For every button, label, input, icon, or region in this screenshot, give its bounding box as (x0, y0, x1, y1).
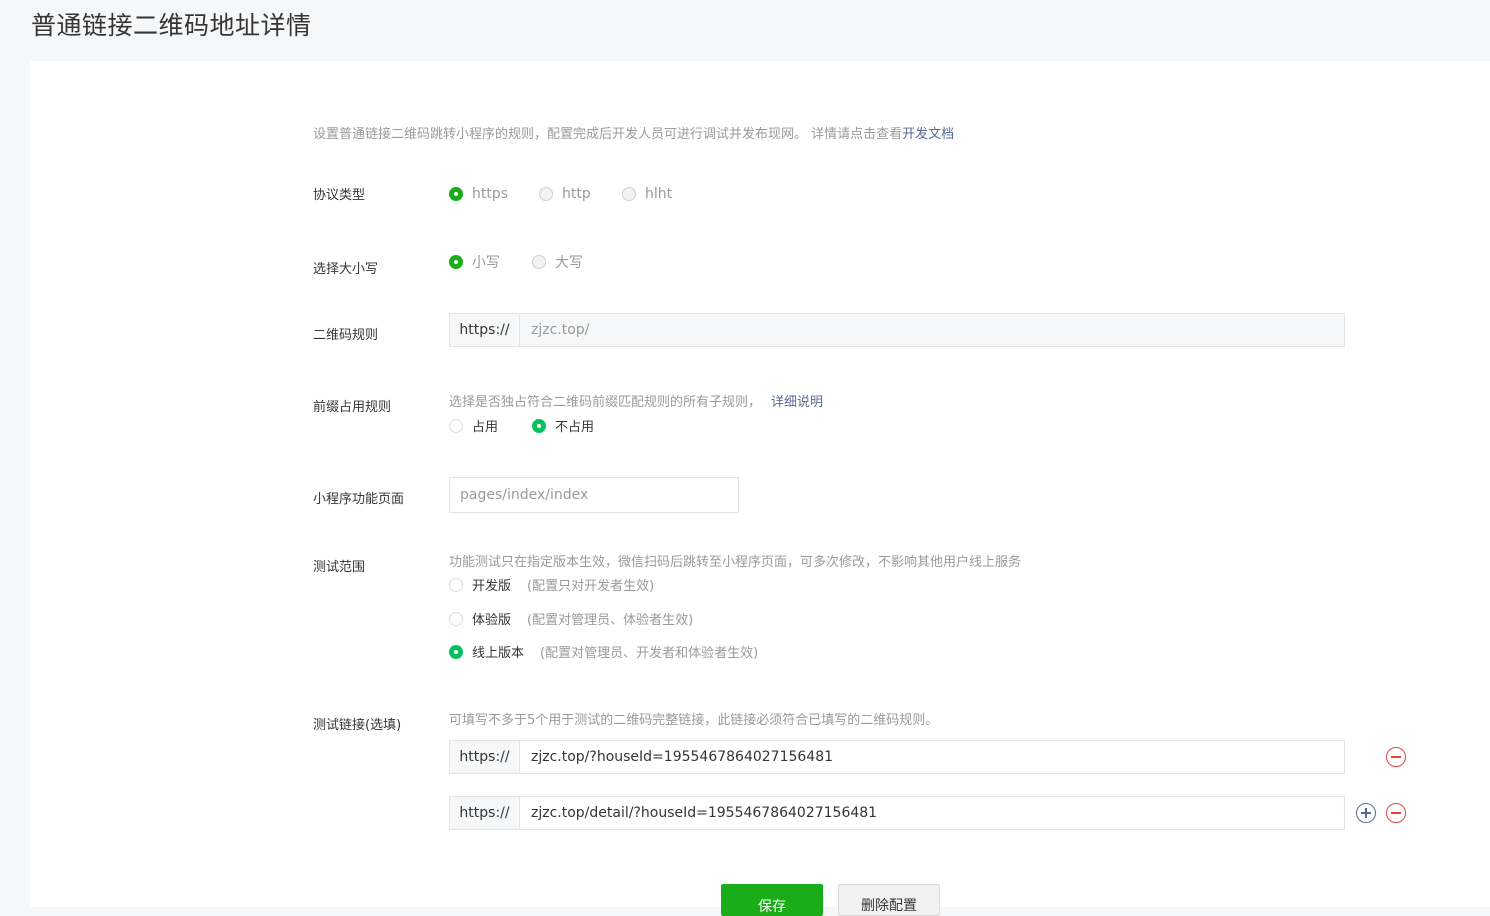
intro-description: 设置普通链接二维码跳转小程序的规则，配置完成后开发人员可进行调试并发布现网。 详… (313, 127, 903, 142)
test-link-field-2[interactable]: https:// zjzc.top/detail/?houseId=195546… (449, 796, 1345, 830)
radio-checked-icon (449, 255, 463, 269)
mp-page-input[interactable]: pages/index/index (449, 477, 739, 513)
radio-label: http (562, 186, 591, 202)
scope-radio-online[interactable]: 线上版本 (配置对管理员、开发者和体验者生效) (449, 642, 758, 661)
radio-unchecked-icon (539, 187, 553, 201)
protocol-label: 协议类型 (313, 188, 366, 203)
delete-config-button[interactable]: 删除配置 (838, 884, 940, 916)
radio-label: 开发版 (472, 579, 512, 594)
radio-unchecked-icon (449, 611, 463, 626)
qr-rule-label: 二维码规则 (313, 328, 379, 343)
case-radio-lower[interactable]: 小写 (449, 252, 500, 272)
radio-unchecked-icon (449, 418, 463, 433)
radio-note: (配置只对开发者生效) (527, 579, 655, 594)
prefix-rule-detail-link[interactable]: 详细说明 (771, 395, 823, 410)
save-button[interactable]: 保存 (721, 884, 823, 916)
radio-label: 占用 (472, 420, 499, 435)
radio-label: 体验版 (472, 613, 512, 628)
protocol-radio-https[interactable]: https (449, 186, 508, 202)
test-scope-hint: 功能测试只在指定版本生效，微信扫码后跳转至小程序页面，可多次修改，不影响其他用户… (449, 555, 1022, 570)
test-link-value: zjzc.top/?houseId=1955467864027156481 (531, 749, 834, 765)
page-title: 普通链接二维码地址详情 (31, 11, 312, 40)
radio-label: https (472, 186, 509, 202)
radio-label: 大写 (555, 255, 583, 271)
qr-rule-field: https:// zjzc.top/ (449, 313, 1345, 347)
protocol-radio-http[interactable]: http (539, 186, 591, 202)
radio-label: 线上版本 (472, 646, 525, 661)
radio-unchecked-icon (449, 577, 463, 592)
plus-icon-v (1365, 808, 1367, 818)
test-scope-label: 测试范围 (313, 560, 366, 575)
radio-checked-icon (532, 418, 546, 433)
intro-text: 设置普通链接二维码跳转小程序的规则，配置完成后开发人员可进行调试并发布现网。 详… (313, 123, 954, 142)
test-link-field-1[interactable]: https:// zjzc.top/?houseId=1955467864027… (449, 740, 1345, 774)
scope-radio-trial[interactable]: 体验版 (配置对管理员、体验者生效) (449, 609, 693, 628)
qr-rule-prefix: https:// (450, 314, 520, 346)
case-label: 选择大小写 (313, 262, 379, 277)
radio-note: (配置对管理员、体验者生效) (527, 613, 694, 628)
radio-label: hlht (645, 186, 673, 202)
prefix-rule-hint: 选择是否独占符合二维码前缀匹配规则的所有子规则， 详细说明 (449, 391, 823, 410)
radio-label: 小写 (472, 255, 500, 271)
add-link-button[interactable] (1356, 803, 1376, 823)
prefix-radio-not-occupy[interactable]: 不占用 (532, 416, 594, 435)
test-link-value: zjzc.top/detail/?houseId=195546786402715… (531, 805, 878, 821)
prefix-rule-hint-text: 选择是否独占符合二维码前缀匹配规则的所有子规则， (449, 395, 762, 410)
remove-link-2-button[interactable] (1386, 803, 1406, 823)
radio-unchecked-icon (532, 255, 546, 269)
test-links-label: 测试链接(选填) (313, 718, 402, 733)
radio-checked-icon (449, 187, 463, 201)
mp-page-label: 小程序功能页面 (313, 492, 405, 507)
minus-icon (1391, 756, 1401, 758)
dev-docs-link[interactable]: 开发文档 (902, 127, 954, 142)
test-link-prefix: https:// (450, 797, 520, 829)
prefix-rule-label: 前缀占用规则 (313, 400, 392, 415)
prefix-radio-occupy[interactable]: 占用 (449, 416, 498, 435)
test-link-prefix: https:// (450, 741, 520, 773)
scope-radio-dev[interactable]: 开发版 (配置只对开发者生效) (449, 575, 654, 594)
mp-page-placeholder: pages/index/index (460, 487, 589, 503)
minus-icon (1391, 812, 1401, 814)
config-panel: 设置普通链接二维码跳转小程序的规则，配置完成后开发人员可进行调试并发布现网。 详… (30, 61, 1490, 916)
test-links-hint: 可填写不多于5个用于测试的二维码完整链接，此链接必须符合已填写的二维码规则。 (449, 713, 939, 728)
radio-unchecked-icon (622, 187, 636, 201)
radio-note: (配置对管理员、开发者和体验者生效) (540, 646, 759, 661)
qr-rule-value: zjzc.top/ (531, 322, 590, 338)
radio-checked-icon (449, 644, 463, 659)
radio-label: 不占用 (555, 420, 595, 435)
case-radio-upper[interactable]: 大写 (532, 252, 583, 272)
remove-link-1-button[interactable] (1386, 747, 1406, 767)
protocol-radio-hlht[interactable]: hlht (622, 186, 672, 202)
